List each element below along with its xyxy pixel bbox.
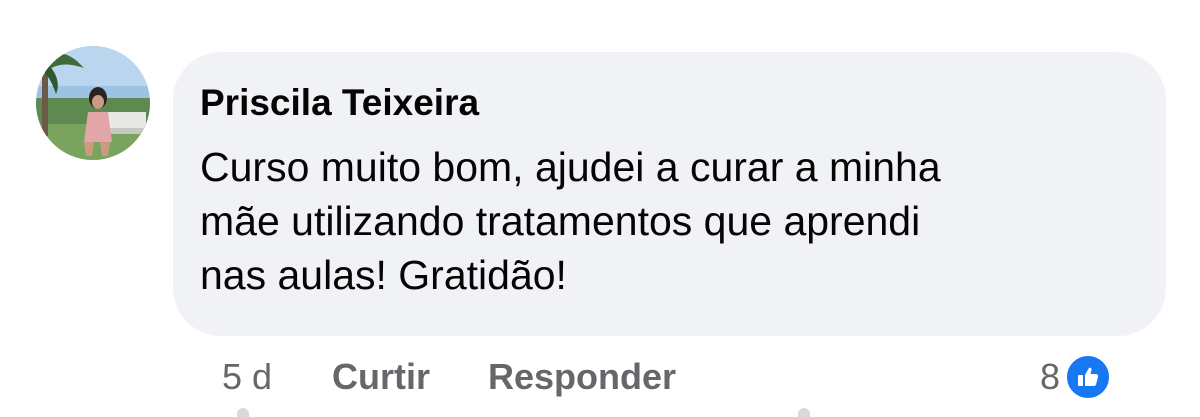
reaction-summary[interactable]: 8: [1040, 352, 1113, 402]
avatar[interactable]: [36, 46, 150, 160]
comment-timestamp[interactable]: 5 d: [222, 356, 332, 398]
like-button[interactable]: Curtir: [332, 356, 430, 398]
comment-actions: 5 d Curtir Responder: [222, 352, 734, 402]
comment: Priscila Teixeira Curso muito bom, ajude…: [0, 0, 1200, 417]
reaction-count: 8: [1040, 356, 1061, 397]
comment-text-line: nas aulas! Gratidão!: [200, 252, 567, 298]
comment-text: Curso muito bom, ajudei a curar a minha …: [200, 140, 1130, 302]
comment-text-line: Curso muito bom, ajudei a curar a minha: [200, 144, 941, 190]
next-comment-edge: [237, 408, 249, 417]
thumbs-up-icon: [1064, 353, 1113, 401]
reply-button[interactable]: Responder: [488, 356, 676, 398]
avatar-photo: [36, 46, 150, 160]
comment-text-line: mãe utilizando tratamentos que aprendi: [200, 198, 921, 244]
comment-bubble: Priscila Teixeira Curso muito bom, ajude…: [173, 52, 1166, 336]
comment-author[interactable]: Priscila Teixeira: [200, 80, 1136, 126]
next-comment-edge: [798, 408, 810, 417]
